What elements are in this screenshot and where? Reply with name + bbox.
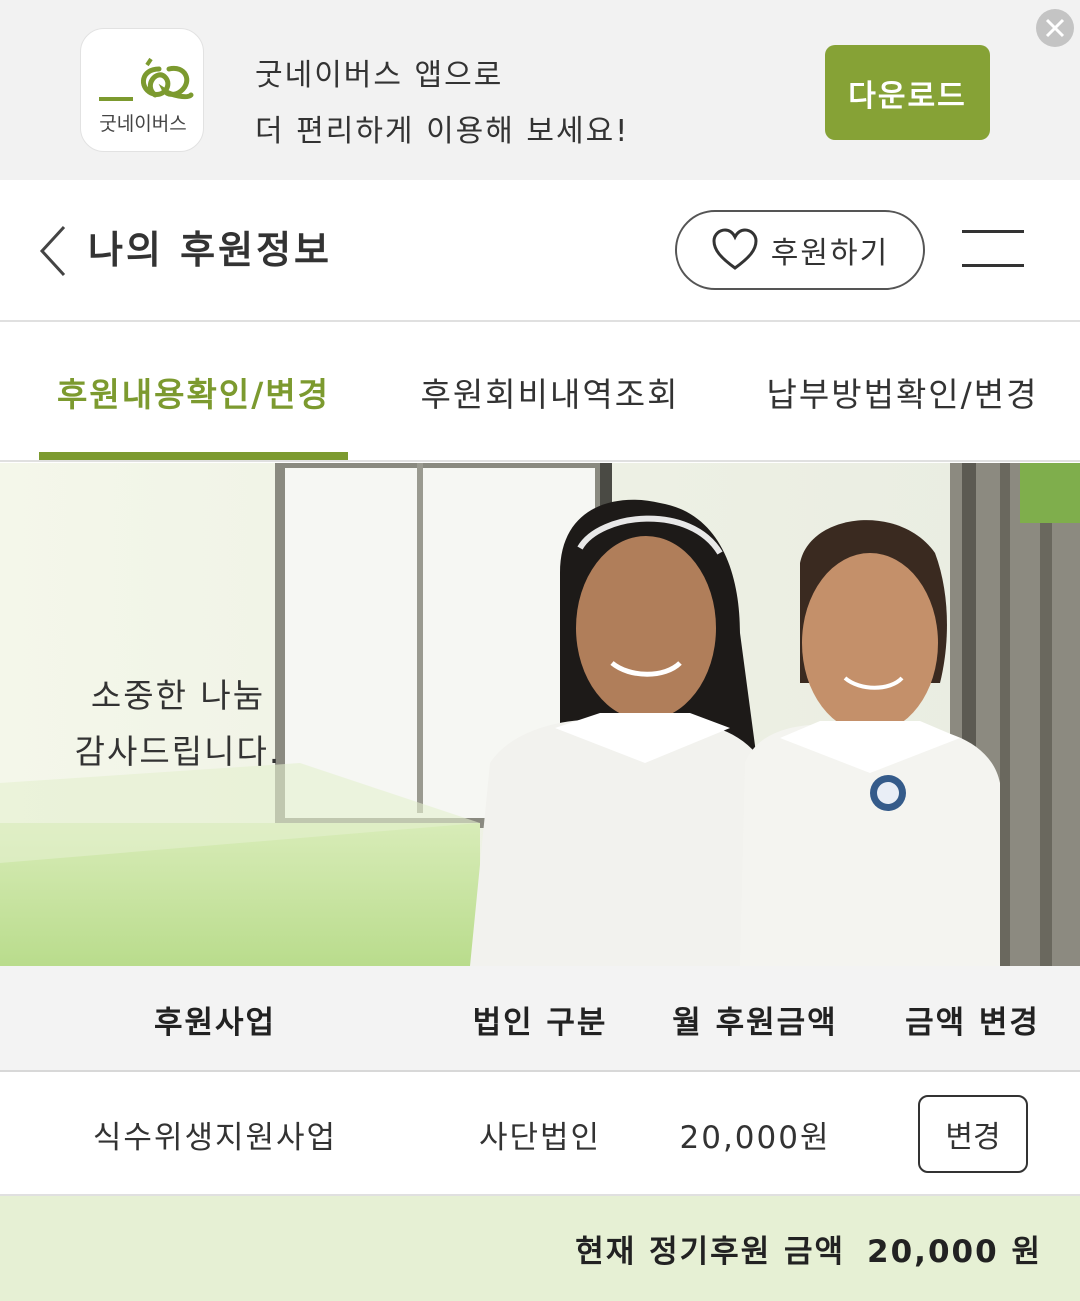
app-logo: 굿네이버스 [80,28,204,152]
hero-message-line1: 소중한 나눔 [90,676,266,715]
total-summary: 현재 정기후원 금액 20,000 원 [0,1196,1080,1301]
tab-bar: 후원내용확인/변경 후원회비내역조회 납부방법확인/변경 [0,322,1080,462]
menu-icon-bar [962,230,1024,233]
heart-icon [712,228,758,270]
table-row: 식수위생지원사업 사단법인 20,000원 변경 [0,1072,1080,1196]
chevron-left-icon [39,225,66,277]
total-label: 현재 정기후원 금액 [575,1234,846,1270]
donate-button[interactable]: 후원하기 [675,210,925,290]
page-header: 나의 후원정보 후원하기 [0,180,1080,322]
download-button[interactable]: 다운로드 [825,45,990,140]
column-header-entity: 법인 구분 [472,1004,608,1041]
tab-payment-method[interactable]: 납부방법확인/변경 [750,322,1055,462]
hero-banner: 소중한 나눔 감사드립니다. [0,463,1080,966]
cell-entity: 사단법인 [478,1119,602,1156]
back-button[interactable] [36,223,72,279]
active-tab-indicator [39,452,348,460]
tab-payment-history[interactable]: 후원회비내역조회 [395,322,705,462]
tab-donation-details[interactable]: 후원내용확인/변경 [39,322,348,462]
hero-message-line2: 감사드립니다. [74,732,282,771]
app-logo-text: 굿네이버스 [99,113,187,135]
total-amount: 20,000 원 [867,1234,1042,1270]
cell-amount: 20,000원 [679,1119,831,1156]
menu-icon[interactable] [962,228,1024,268]
banner-message: 굿네이버스 앱으로 더 편리하게 이용해 보세요! [255,48,629,160]
total-summary-text: 현재 정기후원 금액 20,000 원 [575,1196,1042,1301]
banner-message-line2: 더 편리하게 이용해 보세요! [255,114,630,149]
app-download-banner: 굿네이버스 굿네이버스 앱으로 더 편리하게 이용해 보세요! 다운로드 [0,0,1080,180]
table-header: 후원사업 법인 구분 월 후원금액 금액 변경 [0,966,1080,1072]
change-amount-button[interactable]: 변경 [918,1095,1028,1173]
banner-message-line1: 굿네이버스 앱으로 [255,58,504,93]
close-banner-button[interactable] [1036,9,1074,47]
column-header-project: 후원사업 [153,1004,277,1041]
cell-project: 식수위생지원사업 [92,1119,338,1156]
column-header-amount: 월 후원금액 [672,1004,838,1041]
donate-button-label: 후원하기 [770,236,890,271]
close-icon [1045,18,1065,38]
menu-icon-bar [962,264,1024,267]
column-header-change: 금액 변경 [905,1004,1040,1041]
page-title: 나의 후원정보 [88,228,332,272]
hero-message: 소중한 나눔 감사드립니다. [68,668,288,780]
